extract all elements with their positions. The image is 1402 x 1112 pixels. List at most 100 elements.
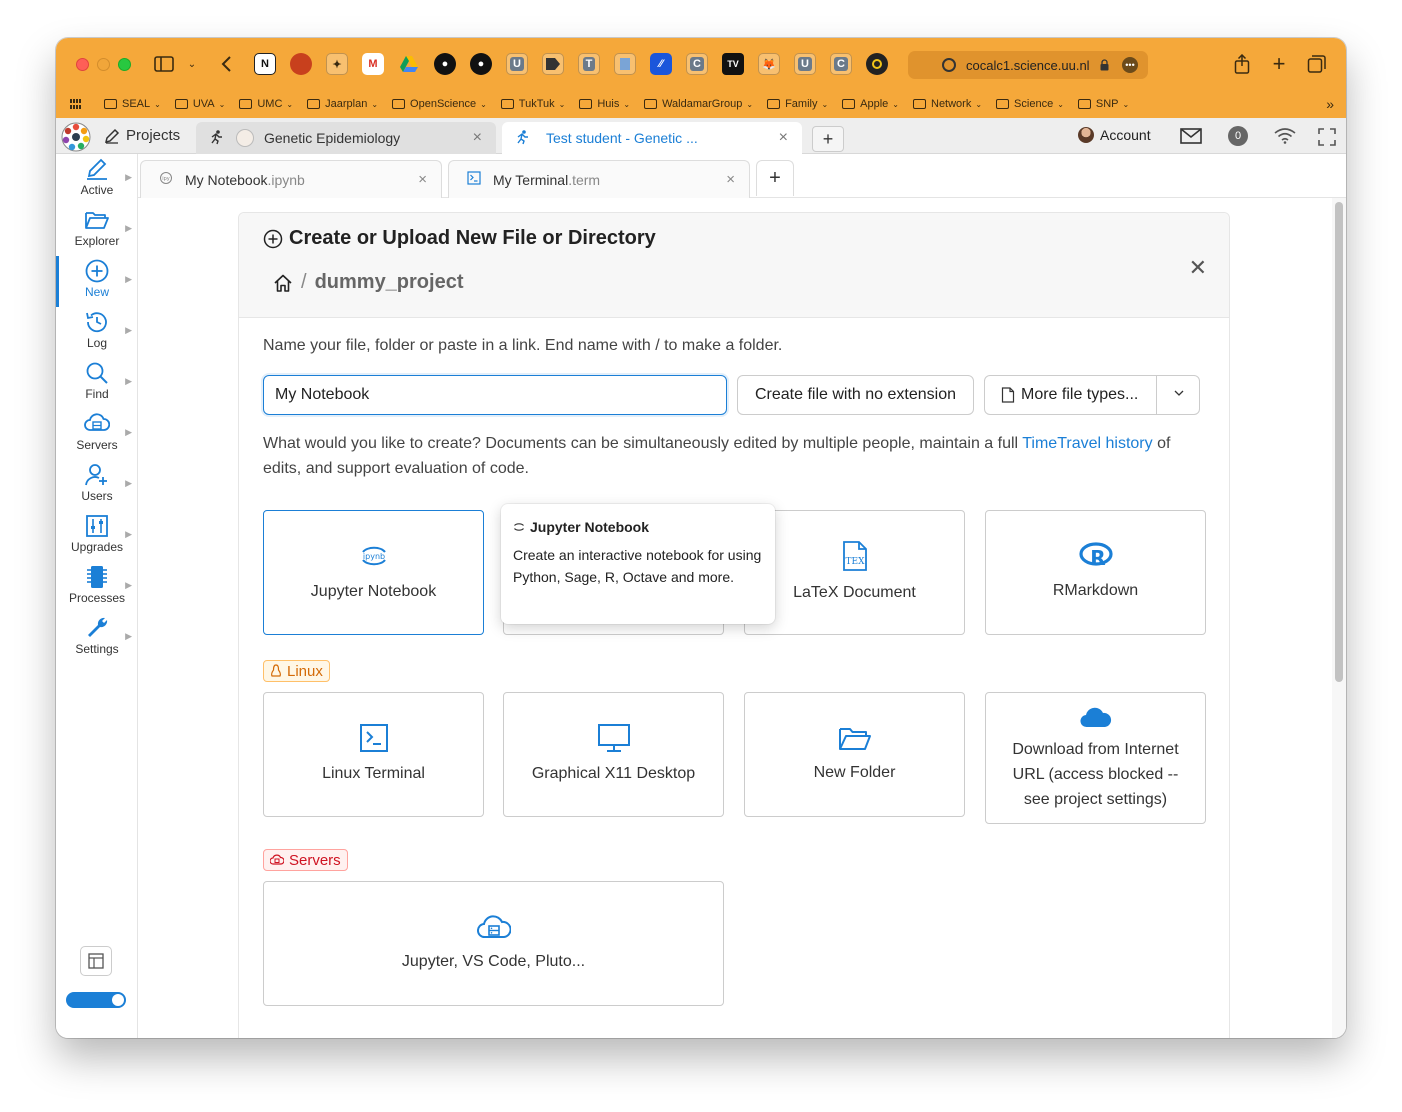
tab-group-chevron-icon[interactable]: ⌄ (186, 52, 198, 76)
drive-favicon-icon[interactable] (398, 53, 420, 75)
pencil-icon (87, 158, 107, 180)
layout-toggle-button[interactable] (80, 946, 112, 976)
bookmark-folder[interactable]: Network ⌄ (913, 98, 982, 110)
jupyter-tooltip: Jupyter Notebook Create an interactive n… (501, 504, 775, 624)
address-bar[interactable]: cocalc1.science.uu.nl ••• (908, 51, 1148, 79)
servers-tile[interactable]: Jupyter, VS Code, Pluto... (263, 881, 724, 1006)
bookmark-folder[interactable]: TukTuk ⌄ (500, 98, 565, 110)
jupyter-notebook-tile[interactable]: ipynb Jupyter Notebook (263, 510, 484, 635)
scrollbar-thumb[interactable] (1335, 202, 1343, 682)
chevron-down-icon[interactable] (1173, 386, 1185, 404)
fox-favicon-icon[interactable]: 🦊 (758, 53, 780, 75)
close-file-tab-button[interactable]: × (726, 171, 735, 188)
app-favicon-icon[interactable] (290, 53, 312, 75)
share-icon[interactable] (1232, 52, 1252, 76)
scrollbar[interactable] (1332, 198, 1346, 1038)
bookmark-folder[interactable]: Family ⌄ (767, 98, 828, 110)
sidebar-item-active[interactable]: Active ▶ (56, 154, 138, 205)
close-project-tab-button[interactable]: × (473, 129, 482, 147)
tab-overview-icon[interactable] (1306, 52, 1328, 76)
filename-input[interactable] (263, 375, 727, 415)
projects-button[interactable]: Projects (104, 127, 180, 144)
bookmark-folder[interactable]: SNP ⌄ (1077, 98, 1129, 110)
file-tab-terminal[interactable]: My Terminal .term × (448, 160, 750, 198)
bookmark-folder[interactable]: Jaarplan ⌄ (307, 98, 378, 110)
file-icon (1001, 387, 1015, 403)
cloud-server-icon (84, 413, 110, 431)
cloud-server-icon (270, 854, 284, 865)
c-favicon-icon-2[interactable]: C (830, 53, 852, 75)
new-file-tab-button[interactable]: + (756, 160, 794, 196)
gmail-favicon-icon[interactable]: M (362, 53, 384, 75)
sidebar-labels-toggle[interactable] (66, 992, 126, 1008)
c-favicon-icon[interactable]: C (686, 53, 708, 75)
slash-favicon-icon[interactable]: ⁄⁄ (650, 53, 672, 75)
sidebar-toggle-icon[interactable] (152, 52, 176, 76)
page-menu-icon[interactable]: ••• (1122, 57, 1138, 73)
x11-desktop-tile[interactable]: Graphical X11 Desktop (503, 692, 724, 817)
latex-document-tile[interactable]: TEX LaTeX Document (744, 510, 965, 635)
sidebar-item-upgrades[interactable]: Upgrades ▶ (56, 511, 138, 562)
bookmark-folder[interactable]: Huis ⌄ (579, 98, 630, 110)
u-favicon-icon[interactable]: U (506, 53, 528, 75)
timetravel-link[interactable]: TimeTravel history (1022, 435, 1152, 452)
new-tab-icon[interactable]: + (1268, 51, 1290, 76)
bookmark-folder[interactable]: Apple ⌄ (842, 98, 899, 110)
arrow-favicon-icon[interactable] (542, 53, 564, 75)
rmarkdown-tile[interactable]: R RMarkdown (985, 510, 1206, 635)
close-window-button[interactable] (76, 58, 89, 71)
sidebar-item-explorer[interactable]: Explorer ▶ (56, 205, 138, 256)
zoom-window-button[interactable] (118, 58, 131, 71)
window-controls (76, 58, 131, 71)
close-file-tab-button[interactable]: × (418, 171, 427, 188)
tradingview-favicon-icon[interactable]: TV (722, 53, 744, 75)
u-favicon-icon-2[interactable]: U (794, 53, 816, 75)
bookmark-folder[interactable]: WaldamarGroup ⌄ (644, 98, 753, 110)
cocalc-logo-icon[interactable] (60, 121, 92, 153)
bookmark-folder[interactable]: SEAL ⌄ (104, 98, 161, 110)
site-icon (942, 58, 956, 72)
minimize-window-button[interactable] (97, 58, 110, 71)
sidebar-item-new[interactable]: New ▶ (56, 256, 138, 307)
github-favicon-icon[interactable]: ● (434, 53, 456, 75)
mail-icon[interactable] (1180, 128, 1202, 149)
linux-terminal-tile[interactable]: Linux Terminal (263, 692, 484, 817)
file-tab-notebook[interactable]: ipy My Notebook .ipynb × (140, 160, 442, 198)
wifi-icon[interactable] (1274, 128, 1296, 149)
sidebar-item-log[interactable]: Log ▶ (56, 307, 138, 358)
sidebar-item-settings[interactable]: Settings ▶ (56, 613, 138, 664)
account-button[interactable]: Account (1078, 127, 1151, 143)
github-favicon-icon-2[interactable]: ● (470, 53, 492, 75)
project-tab-test-student[interactable]: Test student - Genetic ... × (502, 122, 802, 154)
new-folder-tile[interactable]: New Folder (744, 692, 965, 817)
home-icon[interactable] (273, 273, 293, 293)
t-favicon-icon[interactable]: T (578, 53, 600, 75)
sidebar-item-processes[interactable]: Processes ▶ (56, 562, 138, 613)
circle-favicon-icon[interactable] (866, 53, 888, 75)
breadcrumb: / dummy_project (273, 271, 464, 294)
more-file-types-button[interactable]: More file types... (984, 375, 1200, 415)
sidebar-item-users[interactable]: Users ▶ (56, 460, 138, 511)
bookmark-folder[interactable]: OpenScience ⌄ (392, 98, 487, 110)
add-project-tab-button[interactable]: + (812, 126, 844, 152)
download-url-tile[interactable]: Download from Internet URL (access block… (985, 692, 1206, 824)
notion-favicon-icon[interactable]: N (254, 53, 276, 75)
run-icon (208, 129, 224, 148)
sidebar-item-servers[interactable]: Servers ▶ (56, 409, 138, 460)
bookmark-folder[interactable]: Science ⌄ (996, 98, 1064, 110)
sidebar-item-find[interactable]: Find ▶ (56, 358, 138, 409)
notifications-badge[interactable]: 0 (1228, 126, 1248, 146)
breadcrumb-dir[interactable]: dummy_project (315, 271, 464, 294)
more-bookmarks-icon[interactable]: » (1326, 96, 1334, 112)
extension-favicon-icon[interactable]: ✦ (326, 53, 348, 75)
back-icon[interactable] (218, 52, 234, 76)
close-project-tab-button[interactable]: × (779, 129, 788, 147)
close-icon[interactable]: ✕ (1189, 255, 1207, 281)
create-no-extension-button[interactable]: Create file with no extension (737, 375, 974, 415)
project-tab-genetic-epidemiology[interactable]: Genetic Epidemiology × (196, 122, 496, 154)
doc-favicon-icon[interactable] (614, 53, 636, 75)
fullscreen-icon[interactable] (1318, 128, 1336, 151)
bookmark-folder[interactable]: UMC ⌄ (239, 98, 293, 110)
bookmark-folder[interactable]: UVA ⌄ (174, 98, 225, 110)
bookmarks-grid-icon[interactable] (70, 99, 82, 109)
